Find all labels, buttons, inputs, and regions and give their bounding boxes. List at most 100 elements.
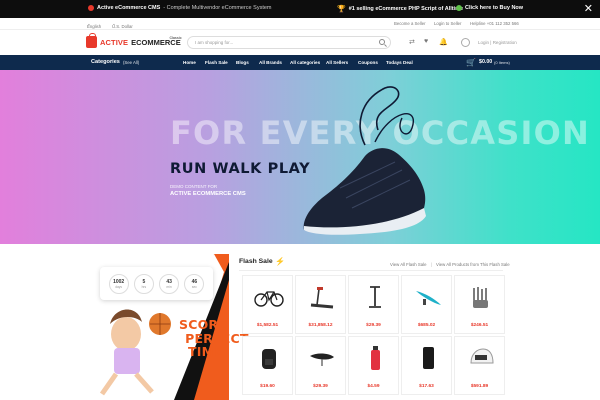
helmet-icon <box>463 343 498 373</box>
product-card[interactable]: $591.89 <box>454 336 505 395</box>
language-select[interactable]: English ⌄ <box>87 21 101 29</box>
product-price: $29.39 <box>313 384 328 389</box>
cart-icon[interactable]: 🛒 <box>466 58 476 67</box>
timer-seconds-label: sec <box>191 284 197 289</box>
nav-home[interactable]: Home <box>183 60 196 65</box>
water-bottle-icon <box>357 343 392 373</box>
main-header: ACTIVE ECOMMERCE Classic I am shopping fo… <box>0 30 600 55</box>
view-flash-products-link[interactable]: View All Products from This Flash Sale <box>436 262 510 267</box>
product-card[interactable]: $17.63 <box>401 336 452 395</box>
promo-bestseller[interactable]: 🏆 #1 selling eCommerce PHP Script of All… <box>337 5 463 13</box>
leaf-icon <box>456 5 462 11</box>
close-icon[interactable]: ✕ <box>584 2 593 16</box>
treadmill-icon <box>304 282 339 312</box>
flash-sale-title: Flash Sale <box>239 258 273 265</box>
site-logo[interactable]: ACTIVE ECOMMERCE Classic <box>86 33 182 48</box>
timer-minutes: 43 min <box>159 273 180 294</box>
see-all-categories[interactable]: (See All) <box>123 60 139 65</box>
product-price: $19.60 <box>260 384 275 389</box>
nav-flash-sale[interactable]: Flash Sale <box>205 60 228 65</box>
main-nav: Categories (See All) Home Flash Sale Blo… <box>0 55 600 70</box>
product-price: $685.02 <box>417 323 436 328</box>
product-card[interactable]: $31,858.12 <box>295 275 346 334</box>
search-icon[interactable] <box>379 39 385 45</box>
helpline-text: Helpline +01 112 352 566 <box>470 21 519 26</box>
product-card[interactable]: $19.60 <box>242 336 293 395</box>
search-input[interactable]: I am shopping for... <box>187 36 391 49</box>
notification-icon[interactable]: 🔔 <box>439 38 448 46</box>
timer-minutes-label: min <box>166 284 172 289</box>
promo-bar: Active eCommerce CMS - Complete Multiven… <box>0 0 600 18</box>
utility-bar: English ⌄ U.S. Dollar ⌄ Become a Seller … <box>0 18 600 30</box>
cms-icon <box>88 5 94 11</box>
product-price: $246.51 <box>470 323 489 328</box>
nav-blogs[interactable]: Blogs <box>236 60 249 65</box>
logo-badge: Classic <box>169 35 182 40</box>
logo-active: ACTIVE <box>100 37 129 47</box>
become-seller-link[interactable]: Become a Seller <box>394 21 426 26</box>
shopping-bag-icon <box>86 33 97 48</box>
product-card[interactable]: $246.51 <box>454 275 505 334</box>
product-card[interactable]: $4.59 <box>348 336 399 395</box>
timer-days-label: days <box>115 284 122 289</box>
product-price: $29.39 <box>366 323 381 328</box>
nav-all-sellers[interactable]: All Sellers <box>326 60 348 65</box>
countdown-timer: 1002 days 5 hrs 43 min 46 sec <box>100 267 213 300</box>
lightning-icon: ⚡ <box>275 257 285 266</box>
wishlist-icon[interactable]: ♥ <box>424 38 428 45</box>
search-placeholder: I am shopping for... <box>195 40 234 45</box>
auth-links: Login | Registration <box>478 40 517 45</box>
golf-set-icon <box>463 282 498 312</box>
timer-hours: 5 hrs <box>133 273 154 294</box>
kayak-icon <box>410 282 445 312</box>
login-seller-link[interactable]: Login to Seller <box>434 21 461 26</box>
backpack-icon <box>251 343 286 373</box>
view-all-separator: | <box>431 262 433 267</box>
product-card[interactable]: $1,582.51 <box>242 275 293 334</box>
login-link[interactable]: Login <box>478 40 489 45</box>
hero-banner[interactable]: FOR EVERY OCCASION RUN WALK PLAY DEMO CO… <box>0 70 600 244</box>
trophy-icon: 🏆 <box>337 6 346 13</box>
product-price: $31,858.12 <box>308 323 333 328</box>
nav-todays-deal[interactable]: Todays Deal <box>386 60 413 65</box>
promo-buy-now[interactable]: Click here to Buy Now <box>456 5 523 11</box>
flash-divider <box>239 270 503 271</box>
bicycle-icon <box>251 282 286 312</box>
product-price: $17.63 <box>419 384 434 389</box>
registration-link[interactable]: Registration <box>493 40 517 45</box>
user-icon <box>461 38 470 47</box>
promo-buy-now-text: Click here to Buy Now <box>465 5 524 11</box>
timer-days: 1002 days <box>108 273 129 294</box>
score-line-2: IN <box>165 330 181 346</box>
currency-label: U.S. Dollar <box>112 24 133 29</box>
view-all-flash-sale-link[interactable]: View All Flash Sale <box>390 262 426 267</box>
currency-select[interactable]: U.S. Dollar ⌄ <box>112 21 133 29</box>
bike-seat-icon <box>304 343 339 373</box>
cart-items: (0 Items) <box>494 59 510 65</box>
promo-bestseller-text: #1 selling eCommerce PHP Script of Allti… <box>348 6 464 12</box>
nav-all-categories[interactable]: All categories <box>290 60 320 65</box>
product-card[interactable]: $29.39 <box>348 275 399 334</box>
language-label: English <box>87 24 102 29</box>
product-card[interactable]: $685.02 <box>401 275 452 334</box>
promo-cms-text: - Complete Multivendor eCommerce System <box>163 5 272 11</box>
timer-seconds: 46 sec <box>184 273 205 294</box>
score-line-4: TIME <box>188 344 223 359</box>
nav-coupons[interactable]: Coupons <box>358 60 378 65</box>
promo-cms[interactable]: Active eCommerce CMS - Complete Multiven… <box>88 5 271 11</box>
phone-case-icon <box>410 343 445 373</box>
product-card[interactable]: $29.39 <box>295 336 346 395</box>
cart-total[interactable]: $0.00 <box>479 59 492 65</box>
product-price: $591.89 <box>470 384 489 389</box>
product-price: $1,582.51 <box>256 323 279 328</box>
promo-cms-brand: Active eCommerce CMS <box>97 5 161 11</box>
compare-icon[interactable]: ⇄ <box>409 38 415 46</box>
nav-all-brands[interactable]: All Brands <box>259 60 282 65</box>
score-slogan: SCORE IN PERFECT TIME <box>165 318 249 359</box>
sneaker-image <box>303 86 426 235</box>
timer-hours-label: hrs <box>141 284 147 289</box>
categories-menu[interactable]: Categories <box>91 59 120 65</box>
score-line-1: SCORE <box>179 317 227 332</box>
product-price: $4.59 <box>367 384 380 389</box>
bike-pump-icon <box>357 282 392 312</box>
